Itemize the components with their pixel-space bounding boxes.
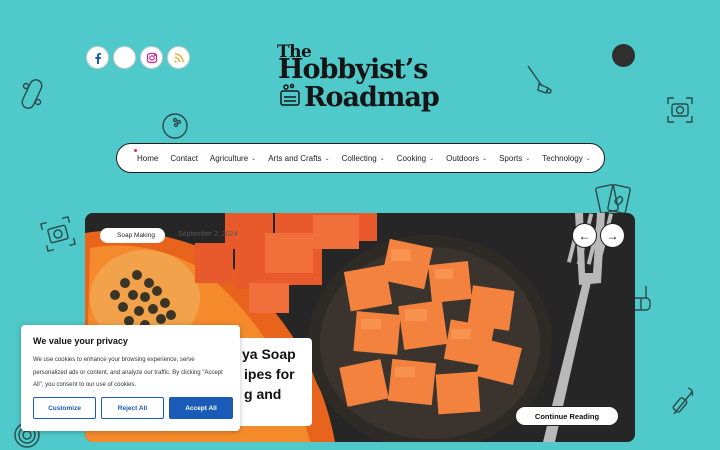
customize-button[interactable]: Customize bbox=[33, 397, 96, 419]
twitter-link[interactable] bbox=[113, 46, 136, 69]
twitter-icon bbox=[120, 53, 129, 62]
nav-contact[interactable]: Contact bbox=[170, 154, 198, 163]
post-date: September 2, 2024 bbox=[178, 231, 238, 238]
facebook-icon bbox=[94, 52, 101, 64]
sewing-icon bbox=[672, 387, 694, 415]
facebook-link[interactable] bbox=[86, 46, 109, 69]
cookie-body: We use cookies to enhance your browsing … bbox=[33, 357, 223, 388]
nav-collecting-label: Collecting bbox=[341, 153, 377, 163]
slider-arrows: ← → bbox=[572, 223, 625, 248]
camera-icon bbox=[667, 97, 693, 123]
nav-cooking[interactable]: Cooking ⌄ bbox=[397, 154, 434, 163]
nav-home-label: Home bbox=[137, 153, 159, 163]
arrow-left-icon: ← bbox=[578, 228, 591, 243]
nav-home[interactable]: Home bbox=[133, 148, 159, 163]
dark-mode-toggle[interactable] bbox=[612, 44, 635, 67]
reject-all-button[interactable]: Reject All bbox=[101, 397, 164, 419]
nav-agriculture-label: Agriculture bbox=[209, 153, 249, 163]
nav-technology[interactable]: Technology ⌄ bbox=[542, 154, 591, 163]
main-nav: Home Contact Agriculture ⌄ Arts and Craft… bbox=[116, 143, 605, 173]
soap-bar-icon bbox=[280, 83, 300, 106]
nav-arts-label: Arts and Crafts bbox=[268, 153, 322, 163]
arrow-right-icon: → bbox=[606, 228, 619, 243]
nav-contact-label: Contact bbox=[170, 153, 198, 163]
chevron-down-icon: ⌄ bbox=[429, 155, 435, 162]
chevron-down-icon: ⌄ bbox=[251, 155, 257, 162]
logo-line-roadmap: Roadmap bbox=[304, 82, 440, 113]
camera-focus-icon bbox=[40, 216, 76, 252]
nav-collecting[interactable]: Collecting ⌄ bbox=[342, 154, 385, 163]
chevron-down-icon: ⌄ bbox=[482, 155, 488, 162]
category-tag[interactable]: Soap Making bbox=[100, 228, 165, 243]
nav-sports-label: Sports bbox=[499, 153, 523, 163]
cookie-consent-banner: We value your privacy We use cookies to … bbox=[21, 325, 240, 431]
instagram-icon bbox=[146, 52, 157, 63]
accept-all-button[interactable]: Accept All bbox=[169, 397, 233, 419]
site-logo[interactable]: The Hobbyist’s Roadmap bbox=[276, 42, 446, 114]
instagram-link[interactable] bbox=[140, 46, 163, 69]
chevron-down-icon: ⌄ bbox=[379, 155, 385, 162]
nav-outdoors-label: Outdoors bbox=[446, 153, 480, 163]
nav-sports[interactable]: Sports ⌄ bbox=[499, 154, 530, 163]
chevron-down-icon: ⌄ bbox=[324, 155, 330, 162]
rss-icon bbox=[174, 52, 184, 62]
continue-reading-button[interactable]: Continue Reading bbox=[515, 406, 619, 426]
bowling-ball-icon bbox=[162, 113, 188, 139]
golf-club-icon bbox=[527, 65, 552, 94]
rss-link[interactable] bbox=[167, 46, 190, 69]
cookie-buttons: Customize Reject All Accept All bbox=[33, 397, 233, 419]
prev-arrow-button[interactable]: ← bbox=[572, 223, 597, 248]
chevron-down-icon: ⌄ bbox=[525, 155, 531, 162]
chevron-down-icon: ⌄ bbox=[585, 155, 591, 162]
nav-arts-and-crafts[interactable]: Arts and Crafts ⌄ bbox=[268, 154, 329, 163]
social-links bbox=[86, 46, 190, 69]
cookie-title: We value your privacy bbox=[33, 336, 128, 346]
nav-outdoors[interactable]: Outdoors ⌄ bbox=[446, 154, 487, 163]
logo-line-hobbyists: Hobbyist’s bbox=[278, 54, 428, 85]
next-arrow-button[interactable]: → bbox=[600, 223, 625, 248]
skateboard-icon bbox=[21, 79, 43, 109]
nav-agriculture[interactable]: Agriculture ⌄ bbox=[210, 154, 256, 163]
nav-cooking-label: Cooking bbox=[396, 153, 427, 163]
nav-technology-label: Technology bbox=[542, 153, 583, 163]
